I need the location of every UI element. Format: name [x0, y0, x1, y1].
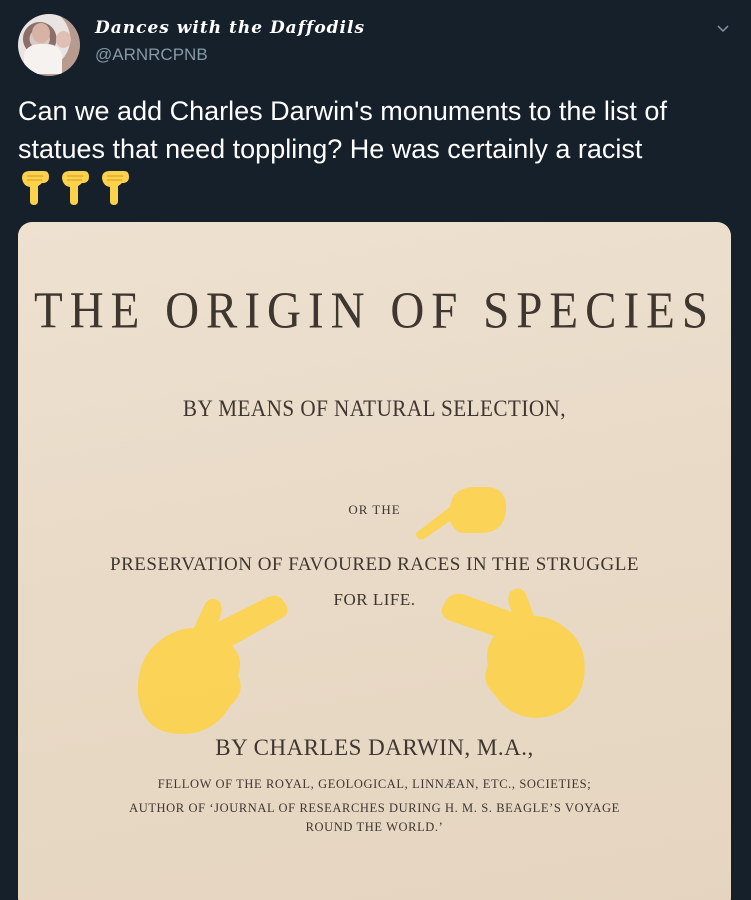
- book-preservation-line: PRESERVATION OF FAVOURED RACES IN THE ST…: [110, 554, 639, 575]
- tweet-card: Dances with the Daffodils @ARNRCPNB Can …: [0, 0, 751, 900]
- book-author-of-line: AUTHOR OF ‘JOURNAL OF RESEARCHES DURING …: [129, 801, 620, 815]
- pointing-down-icon: [62, 171, 89, 205]
- pointing-down-icon: [22, 171, 49, 205]
- pointing-hand-icon: [137, 595, 288, 734]
- book-subtitle: BY MEANS OF NATURAL SELECTION,: [182, 396, 567, 421]
- pointing-hand-icon: [416, 487, 507, 540]
- chevron-down-icon[interactable]: [717, 22, 729, 34]
- book-title: THE ORIGIN OF SPECIES: [33, 282, 715, 340]
- book-for-life: FOR LIFE.: [333, 590, 416, 609]
- tweet-image[interactable]: THE ORIGIN OF SPECIES BY MEANS OF NATURA…: [18, 222, 731, 900]
- pointing-down-icon: [102, 171, 129, 205]
- book-author: BY CHARLES DARWIN, M.A.,: [215, 735, 534, 760]
- tweet-text: Can we add Charles Darwin's monuments to…: [18, 96, 667, 164]
- user-handle[interactable]: @ARNRCPNB: [95, 45, 208, 65]
- pointing-hand-icon: [441, 588, 585, 718]
- display-name[interactable]: Dances with the Daffodils: [95, 18, 365, 38]
- book-fellow-line: FELLOW OF THE ROYAL, GEOLOGICAL, LINNÆAN…: [157, 777, 592, 791]
- book-round-line: ROUND THE WORLD.’: [305, 820, 444, 834]
- book-or-the: OR THE: [348, 502, 401, 517]
- avatar[interactable]: [18, 14, 80, 76]
- emoji-row: [18, 168, 132, 208]
